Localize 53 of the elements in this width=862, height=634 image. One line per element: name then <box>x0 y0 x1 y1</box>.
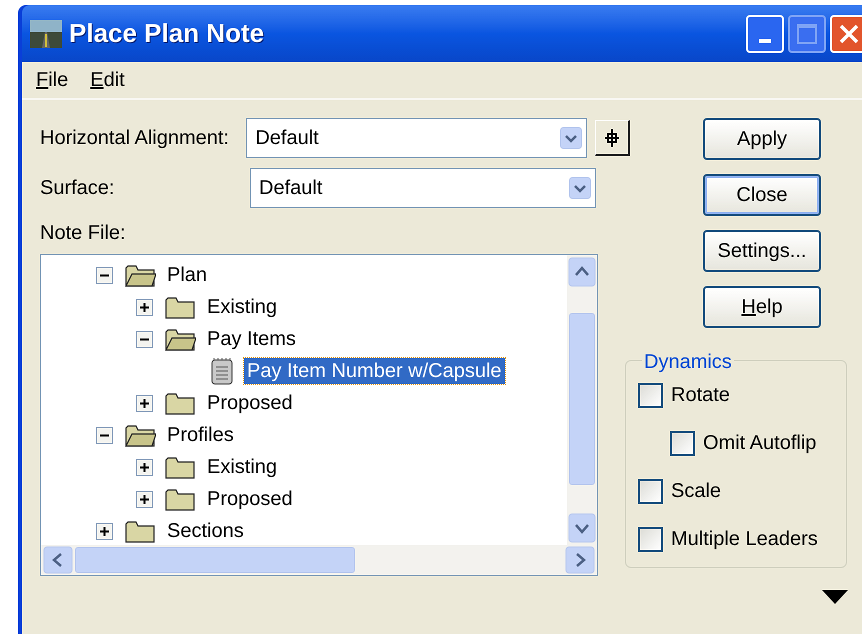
dialog-button[interactable]: Close <box>703 174 821 216</box>
scroll-thumb[interactable] <box>569 313 595 485</box>
vertical-scrollbar[interactable] <box>567 255 597 545</box>
tree-item[interactable]: Profiles <box>164 422 237 448</box>
tree-item[interactable]: Pay Item Number w/Capsule <box>244 358 505 384</box>
horizontal-scrollbar[interactable] <box>41 545 597 575</box>
tree-item[interactable]: Proposed <box>204 390 296 416</box>
expand-icon[interactable] <box>136 458 153 476</box>
tree-item[interactable]: Existing <box>204 294 280 320</box>
dropdown-field[interactable]: Default <box>246 118 587 158</box>
collapse-icon[interactable] <box>136 330 153 348</box>
checkbox[interactable] <box>670 430 695 456</box>
checkbox-label: Multiple Leaders <box>671 527 818 552</box>
field-label: Surface: <box>40 176 116 201</box>
dropdown-field[interactable]: Default <box>250 168 596 208</box>
crosshair-icon <box>602 128 621 148</box>
dialog-button[interactable]: Apply <box>703 118 821 160</box>
menu-item[interactable]: File <box>36 65 68 95</box>
road-landscape-icon <box>30 18 62 50</box>
expand-icon[interactable] <box>136 394 153 412</box>
expand-icon[interactable] <box>96 522 113 540</box>
scroll-right-icon[interactable] <box>565 546 595 574</box>
checkbox-label: Scale <box>671 479 722 504</box>
expand-triangle-icon[interactable] <box>822 590 848 604</box>
field-label: Horizontal Alignment: <box>40 126 230 151</box>
checkbox[interactable] <box>638 478 663 504</box>
menu-item[interactable]: Edit <box>90 65 125 95</box>
tree-item[interactable]: Pay Items <box>204 326 299 352</box>
collapse-icon[interactable] <box>96 426 113 444</box>
note-file-label: Note File: <box>40 221 127 246</box>
scroll-thumb[interactable] <box>75 547 355 573</box>
notepad-icon <box>210 357 234 385</box>
scroll-up-icon[interactable] <box>568 257 596 287</box>
collapse-icon[interactable] <box>96 266 113 284</box>
close-window-button[interactable] <box>830 14 862 52</box>
window-title: Place Plan Note <box>69 17 264 50</box>
expand-icon[interactable] <box>136 298 153 316</box>
close-icon <box>838 22 860 44</box>
checkbox[interactable] <box>638 382 663 408</box>
minimize-button[interactable] <box>746 14 784 52</box>
crosshair-button[interactable] <box>594 120 630 156</box>
scroll-down-icon[interactable] <box>568 513 596 543</box>
scroll-left-icon[interactable] <box>43 546 73 574</box>
tree-item[interactable]: Proposed <box>204 486 296 512</box>
checkbox-label: Omit Autoflip <box>703 431 816 456</box>
tree-item[interactable]: Sections <box>164 518 247 544</box>
checkbox[interactable] <box>638 526 663 552</box>
tree-item[interactable]: Existing <box>204 454 280 480</box>
expand-icon[interactable] <box>136 490 153 508</box>
checkbox-label: Rotate <box>671 383 730 408</box>
dialog-button[interactable]: Settings... <box>703 230 821 272</box>
dialog-button[interactable]: Help <box>703 286 821 328</box>
tree-item[interactable]: Plan <box>164 262 210 288</box>
